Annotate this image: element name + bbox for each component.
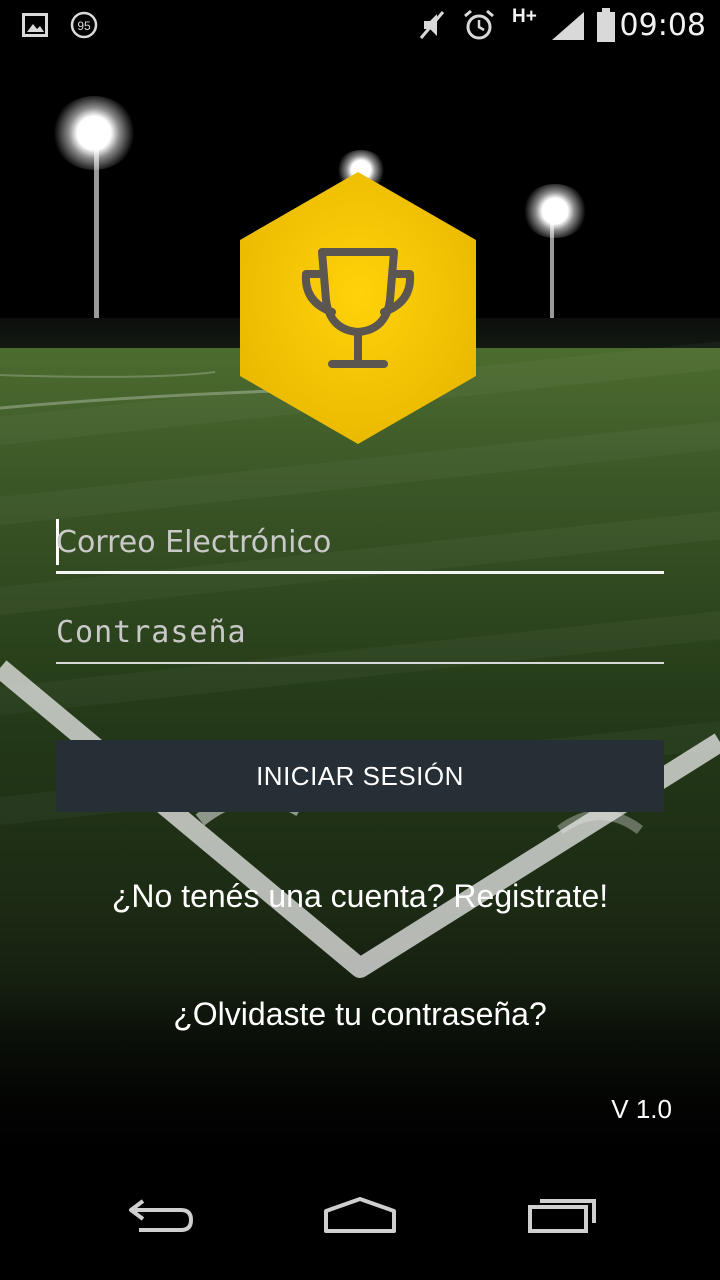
back-button[interactable] bbox=[80, 1150, 240, 1280]
clock-time: 09:08 bbox=[619, 8, 706, 43]
email-underline bbox=[56, 571, 664, 574]
network-hplus-icon: H+ bbox=[512, 6, 537, 27]
home-button[interactable] bbox=[280, 1150, 440, 1280]
badge-95-icon: 95 bbox=[70, 11, 98, 39]
status-bar: 95 H+ 09:08 bbox=[0, 0, 720, 50]
home-icon bbox=[324, 1197, 396, 1233]
password-field[interactable]: Contraseña bbox=[56, 604, 664, 664]
mute-icon bbox=[419, 11, 445, 39]
battery-icon bbox=[597, 8, 615, 42]
svg-text:95: 95 bbox=[77, 19, 91, 33]
recents-button[interactable] bbox=[482, 1150, 642, 1280]
password-underline bbox=[56, 662, 664, 664]
forgot-password-link[interactable]: ¿Olvidaste tu contraseña? bbox=[0, 996, 720, 1033]
gallery-notification-icon bbox=[22, 13, 48, 37]
signal-icon bbox=[552, 12, 584, 40]
navigation-bar bbox=[0, 1150, 720, 1280]
email-field[interactable]: Correo Electrónico bbox=[56, 514, 664, 574]
logo-hexagon bbox=[240, 172, 476, 444]
version-label: V 1.0 bbox=[611, 1094, 672, 1124]
app-logo bbox=[236, 170, 480, 446]
login-button[interactable]: INICIAR SESIÓN bbox=[56, 740, 664, 812]
register-link[interactable]: ¿No tenés una cuenta? Registrate! bbox=[0, 878, 720, 915]
alarm-icon bbox=[464, 9, 494, 40]
back-icon bbox=[129, 1199, 194, 1232]
email-placeholder: Correo Electrónico bbox=[56, 525, 332, 560]
recents-icon bbox=[528, 1199, 596, 1233]
password-placeholder: Contraseña bbox=[56, 615, 247, 650]
